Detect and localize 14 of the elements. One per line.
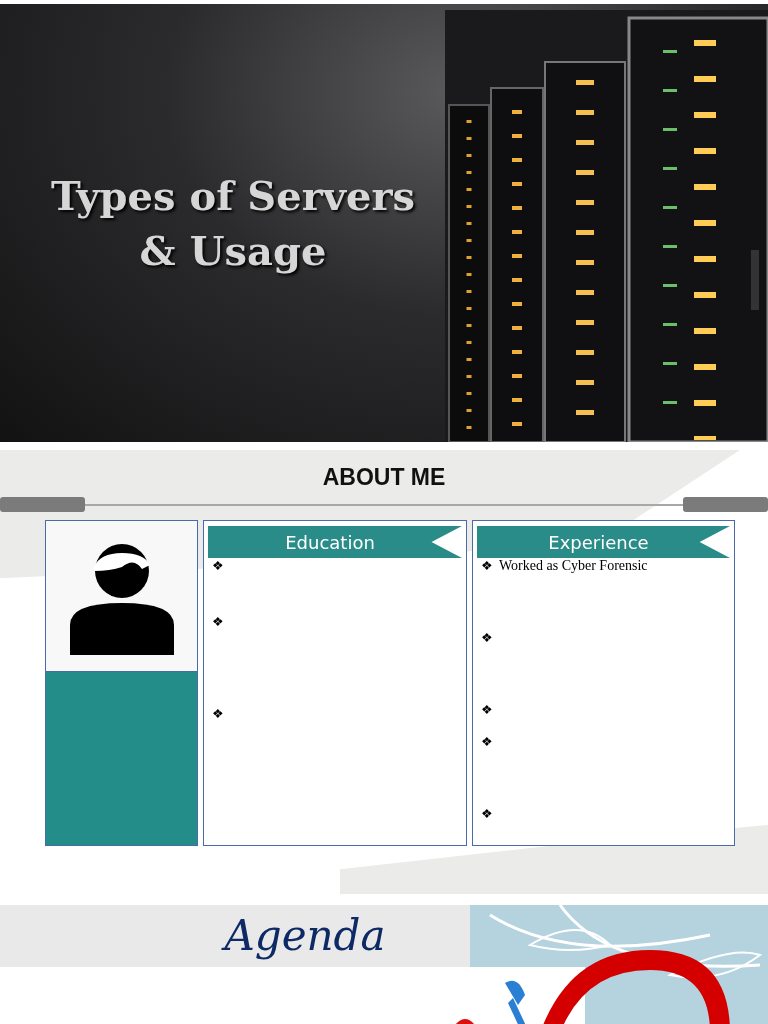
card-heading: Experience (548, 531, 649, 553)
person-icon (69, 543, 174, 655)
bullet-icon: ❖ (481, 702, 493, 718)
bullet-icon: ❖ (481, 806, 493, 822)
bullet-icon: ❖ (481, 558, 493, 574)
card-heading: Education (285, 531, 375, 553)
slide-title: Types of Servers & Usage (50, 171, 416, 276)
bullet-icon: ❖ (212, 614, 224, 630)
bullet-text: Worked as Cyber Forensic (499, 558, 648, 574)
bullet-icon: ❖ (481, 734, 493, 750)
slide-title: ABOUT ME (321, 464, 447, 491)
bullet-icon: ❖ (481, 630, 493, 646)
bullet-icon: ❖ (212, 558, 224, 574)
bullet-icon: ❖ (212, 706, 224, 722)
